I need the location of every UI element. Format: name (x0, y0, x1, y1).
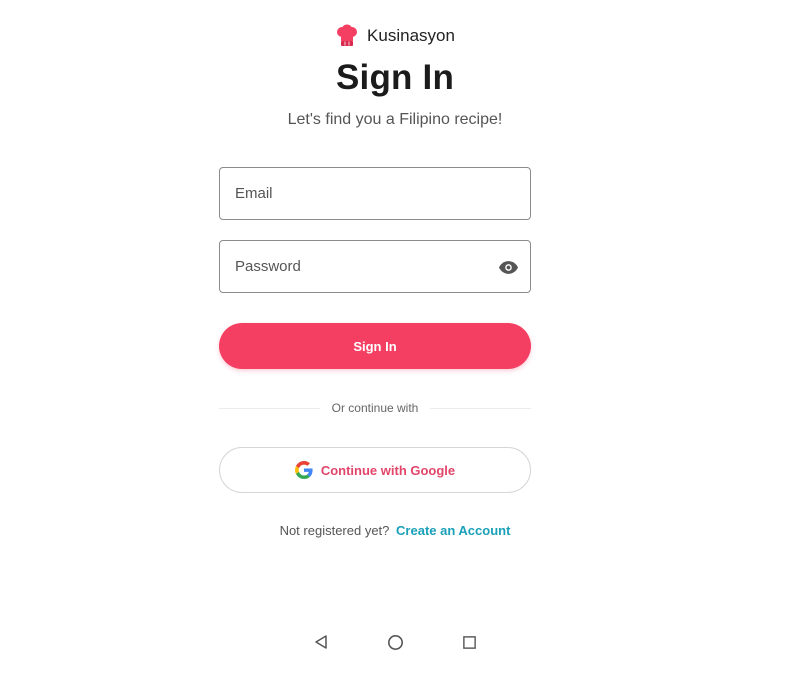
brand-name: Kusinasyon (367, 26, 455, 45)
google-button-label: Continue with Google (320, 462, 456, 478)
divider-line-right (430, 407, 531, 409)
password-field (219, 240, 531, 293)
back-triangle-icon[interactable] (309, 630, 333, 654)
divider-text: Or continue with (331, 401, 419, 415)
email-input[interactable] (220, 168, 530, 219)
sign-in-screen: Kusinasyon Sign In Let's find you a Fili… (0, 0, 790, 674)
home-circle-icon[interactable] (383, 630, 407, 654)
password-input[interactable] (220, 241, 530, 292)
or-divider: Or continue with (219, 400, 531, 416)
google-g-icon (294, 461, 313, 479)
brand-header: Kusinasyon (0, 24, 790, 48)
chef-hat-icon (337, 24, 358, 46)
create-account-link[interactable]: Create an Account (396, 523, 510, 538)
eye-icon[interactable] (498, 257, 518, 277)
page-title: Sign In (335, 58, 455, 97)
google-sign-in-button[interactable]: Continue with Google (219, 447, 531, 493)
page-subtitle: Let's find you a Filipino recipe! (287, 111, 503, 128)
register-prompt: Not registered yet? Create an Account (0, 523, 790, 538)
email-field (219, 167, 531, 220)
divider-line-left (219, 407, 320, 409)
system-nav-bar (0, 630, 790, 654)
recents-square-icon[interactable] (457, 630, 481, 654)
register-prompt-text: Not registered yet? (279, 523, 390, 538)
sign-in-button[interactable]: Sign In (219, 323, 531, 369)
